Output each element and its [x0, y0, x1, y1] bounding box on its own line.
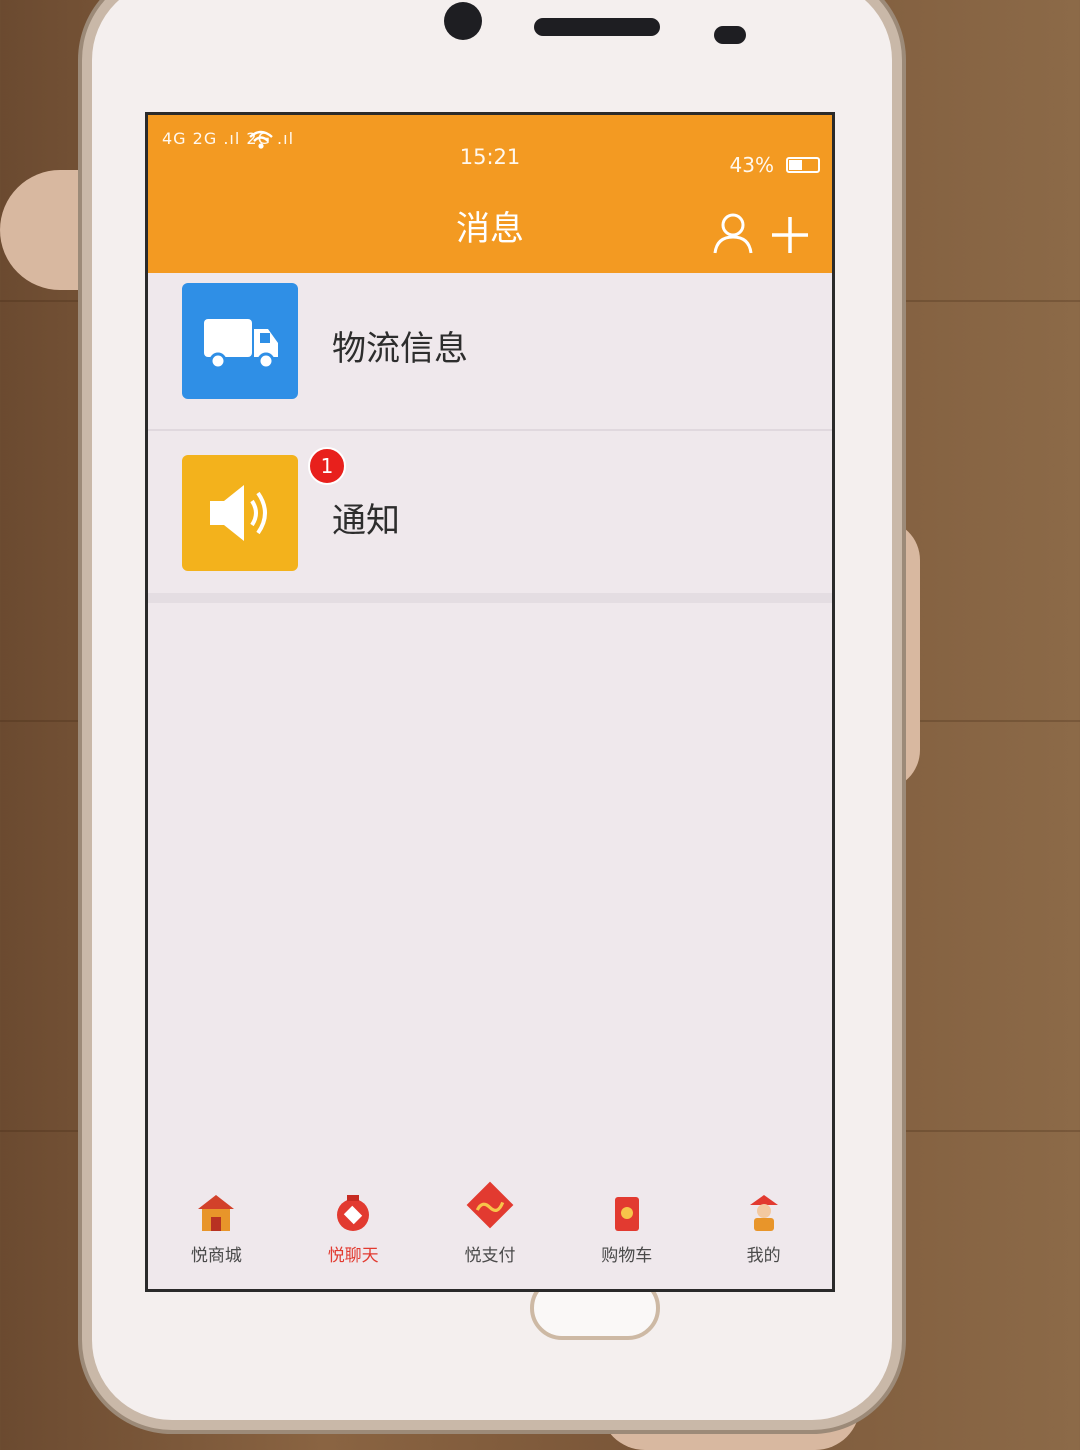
tab-cart[interactable]: 购物车: [567, 1185, 687, 1289]
tab-label-mall: 悦商城: [190, 1246, 242, 1266]
tab-label-pay: 悦支付: [464, 1246, 516, 1266]
pay-2018-icon: [466, 1181, 514, 1229]
truck-icon-tile: [182, 283, 298, 399]
section-divider: [148, 593, 832, 603]
proximity-sensor: [714, 26, 746, 44]
profile-figure-icon: [749, 1195, 778, 1231]
list-item-logistics[interactable]: 物流信息: [148, 273, 832, 431]
header: 消息: [148, 175, 832, 273]
tab-label-profile: 我的: [746, 1246, 781, 1266]
tab-label-cart: 购物车: [601, 1246, 653, 1266]
speaker-icon-tile: 1: [182, 447, 346, 571]
item-label-logistics: 物流信息: [332, 329, 468, 369]
speaker-icon: [210, 485, 267, 541]
shop-house-icon: [198, 1195, 235, 1231]
item-label-notice: 通知: [332, 501, 400, 541]
plus-icon[interactable]: [770, 215, 810, 255]
user-icon[interactable]: [712, 211, 754, 255]
tab-pay[interactable]: 悦支付: [430, 1181, 550, 1289]
list-item-notice[interactable]: 1 通知: [148, 431, 832, 591]
battery-icon: [786, 157, 820, 173]
chat-lantern-icon: [337, 1195, 370, 1231]
battery-fill: [789, 160, 802, 170]
screen: 4G 2G .ıl 2G .ıl 15:21 43% 消息 物流信息 1 通知 …: [145, 112, 835, 1292]
cart-redpacket-icon: [614, 1197, 639, 1231]
message-list: 物流信息 1 通知: [148, 273, 832, 591]
unread-badge: 1: [308, 447, 346, 485]
battery-percent: 43%: [729, 153, 774, 177]
tab-chat[interactable]: 悦聊天: [293, 1185, 413, 1289]
tab-label-chat: 悦聊天: [327, 1246, 379, 1266]
bottom-tab-bar: 悦商城 悦聊天 悦支付 购物车 我的: [148, 1181, 832, 1289]
front-camera: [444, 2, 482, 40]
status-bar: 4G 2G .ıl 2G .ıl 15:21 43%: [148, 115, 832, 177]
tab-mall[interactable]: 悦商城: [156, 1185, 276, 1289]
truck-icon: [204, 319, 278, 370]
tab-profile[interactable]: 我的: [704, 1185, 824, 1289]
earpiece: [534, 18, 660, 36]
